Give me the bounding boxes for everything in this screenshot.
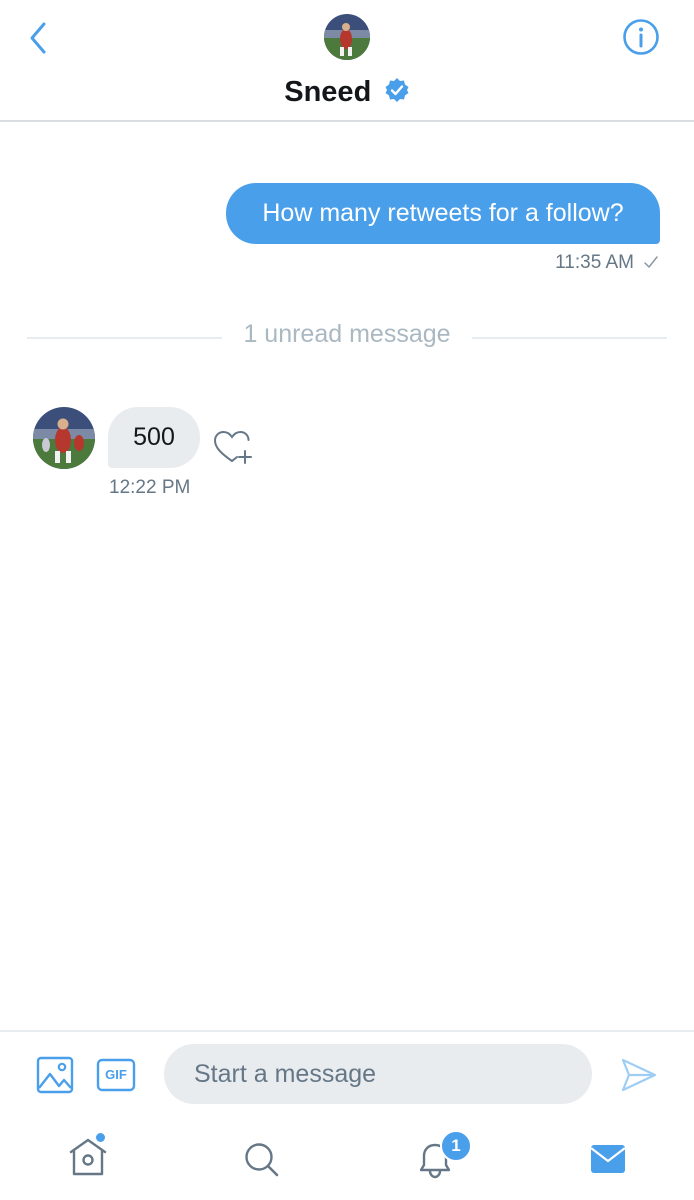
home-icon <box>69 1138 107 1176</box>
back-button[interactable] <box>22 18 58 58</box>
like-message-button[interactable] <box>212 428 256 468</box>
incoming-message-bubble[interactable]: 500 <box>108 407 200 468</box>
header-title-row: Sneed <box>0 70 694 114</box>
messages-icon <box>590 1145 626 1173</box>
tab-home[interactable] <box>58 1130 118 1188</box>
avatar-image <box>324 14 370 60</box>
contact-avatar[interactable] <box>324 14 370 60</box>
avatar-image <box>33 407 95 469</box>
unread-divider: 1 unread message <box>0 318 694 350</box>
search-icon <box>245 1143 279 1177</box>
verified-badge-icon <box>385 78 409 102</box>
unread-divider-label: 1 unread message <box>229 320 465 348</box>
sender-avatar[interactable] <box>33 407 95 469</box>
check-icon <box>644 256 658 268</box>
info-button[interactable] <box>620 16 662 58</box>
gif-label: GIF <box>105 1067 127 1082</box>
notifications-badge: 1 <box>440 1130 472 1162</box>
heart-plus-icon <box>213 430 252 464</box>
add-gif-button[interactable]: GIF <box>96 1058 136 1092</box>
message-input[interactable] <box>164 1044 592 1104</box>
page-title: Sneed <box>284 76 372 108</box>
send-button[interactable] <box>620 1056 658 1094</box>
add-image-button[interactable] <box>36 1056 74 1094</box>
outgoing-message-bubble[interactable]: How many retweets for a follow? <box>226 183 660 244</box>
send-icon <box>621 1058 657 1092</box>
incoming-message-time: 12:22 PM <box>109 477 191 498</box>
image-icon <box>36 1056 74 1094</box>
tab-messages[interactable] <box>578 1130 638 1188</box>
chevron-left-icon <box>30 22 46 54</box>
home-new-content-dot <box>96 1133 105 1142</box>
tab-search[interactable] <box>231 1130 291 1188</box>
info-circle-icon <box>623 19 659 55</box>
outgoing-message-time: 11:35 AM <box>555 252 634 273</box>
